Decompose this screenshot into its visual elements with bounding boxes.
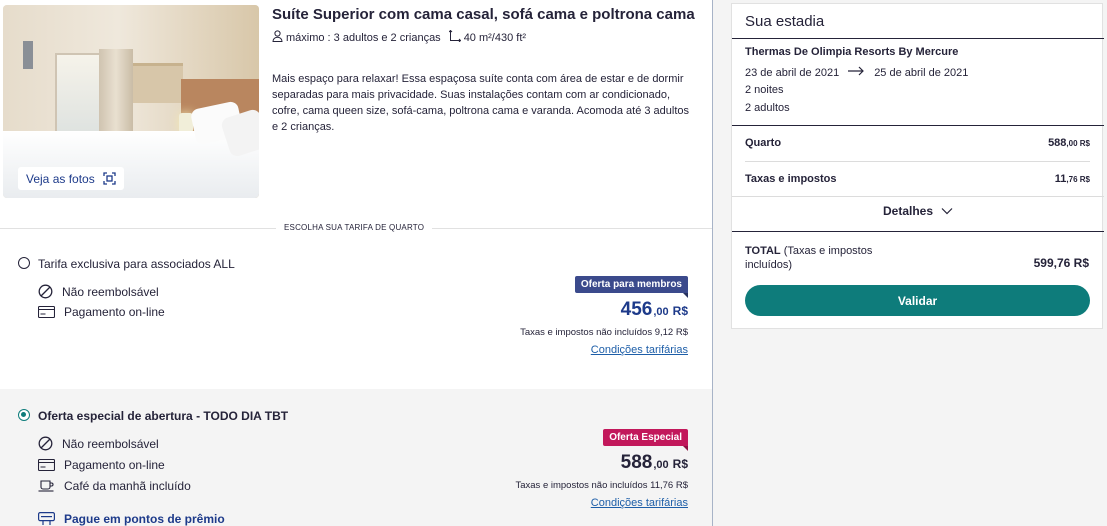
rate-price: 456 ,00 R$: [620, 299, 688, 320]
rate-price: 588 ,00 R$: [620, 452, 688, 473]
members-offer-badge: Oferta para membros: [574, 276, 689, 298]
tax-row: Taxas e impostos 11,76 R$: [745, 173, 1090, 185]
checkin-date: 23 de abril de 2021: [745, 66, 840, 79]
summary-divider: [732, 231, 1104, 232]
coffee-cup-icon: [38, 480, 55, 492]
total-amount: 599,76 R$: [1033, 256, 1089, 270]
expand-icon: [103, 172, 116, 185]
tax-label: Taxas e impostos: [745, 173, 837, 185]
room-price-amount: 588,00 R$: [1048, 137, 1090, 149]
tax-amount: 11,76 R$: [1054, 173, 1090, 185]
rate-radio-special[interactable]: [18, 409, 30, 421]
points-icon: [38, 512, 55, 526]
details-label: Detalhes: [882, 204, 934, 218]
rate-radio-members[interactable]: [18, 257, 30, 269]
no-refund-icon: [38, 436, 53, 451]
feature-non-refundable: Não reembolsável: [38, 436, 159, 451]
feature-online-payment: Pagamento on-line: [38, 305, 165, 319]
guests-count: 2 adultos: [745, 102, 790, 114]
view-photos-label: Veja as fotos: [26, 171, 95, 186]
room-panel: Veja as fotos Suíte Superior com cama ca…: [0, 0, 713, 526]
credit-card-icon: [38, 459, 55, 471]
room-photo[interactable]: Veja as fotos: [3, 5, 259, 198]
room-price-row: Quarto 588,00 R$: [745, 137, 1090, 149]
special-offer-badge: Oferta Especial: [603, 429, 688, 451]
arrow-right-icon: [839, 66, 874, 79]
room-area: 40 m²/430 ft²: [463, 31, 527, 44]
credit-card-icon: [38, 306, 55, 318]
feature-online-payment: Pagamento on-line: [38, 458, 165, 472]
room-meta: máximo : 3 adultos e 2 crianças 40 m²/43…: [272, 29, 534, 45]
total-label: TOTAL (Taxas e impostos incluídos): [745, 245, 873, 271]
rate-conditions-link[interactable]: Condições tarifárias: [591, 497, 688, 509]
rate-conditions-link[interactable]: Condições tarifárias: [591, 344, 688, 356]
details-toggle[interactable]: Detalhes: [732, 204, 1104, 218]
no-refund-icon: [38, 284, 53, 299]
row-divider: [732, 196, 1104, 197]
pay-with-points-link[interactable]: Pague em pontos de prêmio: [38, 512, 225, 526]
validate-button[interactable]: Validar: [745, 285, 1090, 316]
summary-divider: [732, 125, 1104, 126]
feature-non-refundable: Não reembolsável: [38, 284, 159, 299]
rate-option-members[interactable]: Tarifa exclusiva para associados ALL Não…: [0, 240, 712, 388]
rate-option-special[interactable]: Oferta especial de abertura - TODO DIA T…: [0, 389, 712, 526]
summary-title: Sua estadia: [745, 13, 825, 30]
stay-summary-card: Sua estadia Thermas De Olimpia Resorts B…: [731, 3, 1104, 329]
room-description: Mais espaço para relaxar! Essa espaçosa …: [272, 73, 690, 133]
person-icon: [272, 30, 283, 45]
rate-name: Oferta especial de abertura - TODO DIA T…: [38, 409, 289, 423]
stay-dates: 23 de abril de 2021 25 de abril de 2021: [745, 66, 968, 79]
room-title: Suíte Superior com cama casal, sofá cama…: [272, 6, 695, 23]
nights-count: 2 noites: [745, 84, 784, 96]
rate-name: Tarifa exclusiva para associados ALL: [38, 257, 235, 271]
chevron-down-icon: [941, 204, 953, 218]
room-capacity: máximo : 3 adultos e 2 crianças: [286, 31, 441, 44]
section-label: ESCOLHA SUA TARIFA DE QUARTO: [276, 223, 433, 232]
row-divider: [745, 161, 1090, 162]
view-photos-button[interactable]: Veja as fotos: [18, 167, 124, 190]
summary-divider: [732, 38, 1104, 39]
tax-note: Taxas e impostos não incluídos 11,76 R$: [515, 480, 688, 491]
checkout-date: 25 de abril de 2021: [874, 66, 969, 79]
feature-breakfast: Café da manhã incluído: [38, 479, 191, 493]
room-price-label: Quarto: [745, 137, 782, 149]
hotel-name: Thermas De Olimpia Resorts By Mercure: [745, 46, 959, 58]
area-icon: [448, 29, 461, 45]
tax-note: Taxas e impostos não incluídos 9,12 R$: [520, 327, 688, 338]
